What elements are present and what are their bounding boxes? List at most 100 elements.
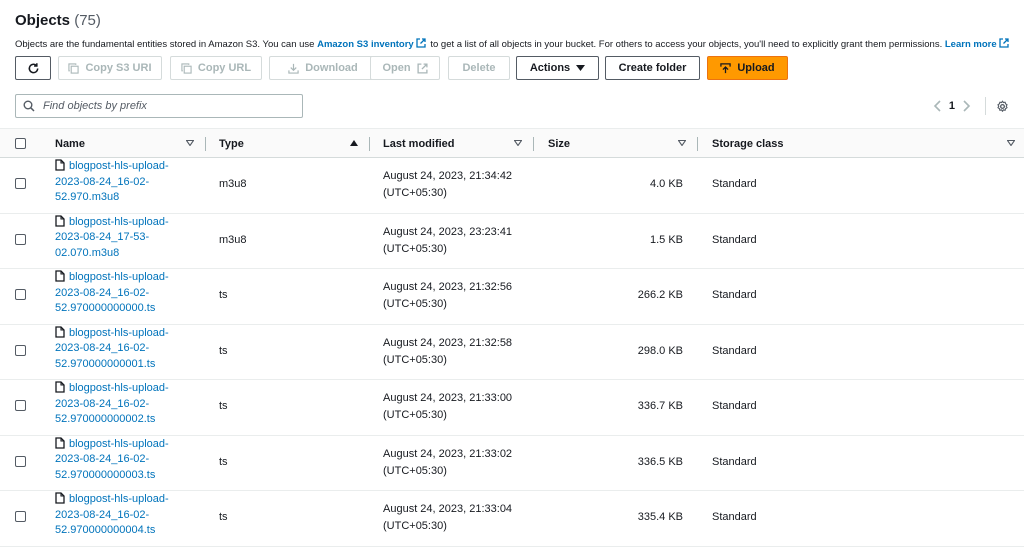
- copy-url-button[interactable]: Copy URL: [170, 56, 262, 80]
- object-count: (75): [74, 12, 101, 29]
- object-type: ts: [219, 344, 228, 357]
- column-header-type[interactable]: Type: [219, 129, 244, 159]
- column-header-last-modified[interactable]: Last modified: [383, 129, 455, 159]
- actions-dropdown[interactable]: Actions: [516, 56, 599, 80]
- sort-caret-icon[interactable]: [514, 140, 522, 146]
- object-last-modified: August 24, 2023, 21:34:42 (UTC+05:30): [383, 170, 513, 199]
- find-objects-search: [15, 94, 303, 118]
- object-type: m3u8: [219, 178, 247, 190]
- object-last-modified: August 24, 2023, 23:23:41 (UTC+05:30): [383, 225, 513, 255]
- sort-caret-icon[interactable]: [678, 140, 686, 146]
- object-storage-class: Standard: [712, 511, 757, 523]
- upload-icon: [720, 62, 732, 73]
- pagination: 1: [933, 96, 1009, 116]
- column-divider[interactable]: [205, 137, 206, 151]
- table-row: blogpost-hls-upload- 2023-08-24_16-02- 52.…: [0, 491, 1024, 547]
- object-name-link[interactable]: blogpost-hls-upload- 2023-08-24_16-02- 52.…: [55, 436, 195, 484]
- column-divider[interactable]: [697, 137, 698, 151]
- search-icon: [23, 100, 35, 112]
- object-size: 336.5 KB: [637, 455, 683, 468]
- learn-more-link[interactable]: Learn more: [945, 39, 997, 50]
- objects-description: Objects are the fundamental entities sto…: [15, 38, 1011, 50]
- caret-down-icon: [576, 65, 586, 71]
- row-checkbox[interactable]: [15, 178, 26, 189]
- table-row: blogpost-hls-upload- 2023-08-24_16-02- 52.…: [0, 436, 1024, 491]
- object-last-modified: August 24, 2023, 21:33:02 (UTC+05:30): [383, 447, 513, 477]
- table-row: blogpost-hls-upload- 2023-08-24_16-02- 52.…: [0, 158, 1024, 214]
- search-input[interactable]: [41, 99, 291, 113]
- object-storage-class: Standard: [712, 344, 757, 357]
- current-page[interactable]: 1: [949, 100, 955, 112]
- s3-inventory-link[interactable]: Amazon S3 inventory: [317, 39, 414, 50]
- objects-header: Objects (75): [15, 12, 1009, 30]
- object-name-link[interactable]: blogpost-hls-upload- 2023-08-24_16-02- 52.…: [55, 159, 195, 206]
- object-type: ts: [219, 400, 228, 412]
- table-row: blogpost-hls-upload- 2023-08-24_17-53- 02.…: [0, 214, 1024, 269]
- file-icon: [55, 270, 65, 282]
- object-name-link[interactable]: blogpost-hls-upload- 2023-08-24_16-02- 52.…: [55, 325, 195, 373]
- refresh-icon: [28, 62, 38, 73]
- sort-caret-icon[interactable]: [1007, 140, 1015, 146]
- delete-button[interactable]: Delete: [448, 56, 510, 80]
- upload-button[interactable]: Upload: [707, 56, 788, 80]
- object-last-modified: August 24, 2023, 21:32:58 (UTC+05:30): [383, 336, 513, 366]
- object-storage-class: Standard: [712, 233, 757, 246]
- file-icon: [55, 159, 65, 171]
- chevron-right-icon[interactable]: [963, 100, 971, 112]
- object-type: ts: [219, 455, 228, 468]
- download-button[interactable]: Download: [269, 56, 377, 80]
- chevron-left-icon[interactable]: [933, 100, 941, 112]
- column-divider[interactable]: [533, 137, 534, 151]
- file-icon: [55, 381, 65, 393]
- copy-s3-uri-button[interactable]: Copy S3 URI: [58, 56, 162, 80]
- object-name-link[interactable]: blogpost-hls-upload- 2023-08-24_17-53- 02.…: [55, 214, 195, 262]
- object-size: 298.0 KB: [637, 344, 683, 357]
- object-name-link[interactable]: blogpost-hls-upload- 2023-08-24_16-02- 52.…: [55, 492, 195, 539]
- column-divider[interactable]: [369, 137, 370, 151]
- object-size: 1.5 KB: [649, 233, 683, 246]
- column-header-size[interactable]: Size: [548, 129, 570, 159]
- sort-ascending-icon[interactable]: [350, 140, 358, 146]
- row-checkbox[interactable]: [15, 289, 26, 300]
- external-link-icon: [416, 38, 426, 48]
- object-name-link[interactable]: blogpost-hls-upload- 2023-08-24_16-02- 52.…: [55, 381, 195, 428]
- row-checkbox[interactable]: [15, 400, 26, 411]
- select-all-checkbox[interactable]: [15, 138, 26, 149]
- file-icon: [55, 492, 65, 504]
- object-size: 335.4 KB: [637, 511, 683, 523]
- object-storage-class: Standard: [712, 400, 757, 412]
- table-row: blogpost-hls-upload- 2023-08-24_16-02- 52.…: [0, 325, 1024, 380]
- pager-divider: [985, 97, 986, 115]
- open-button[interactable]: Open: [370, 56, 440, 80]
- object-name-link[interactable]: blogpost-hls-upload- 2023-08-24_16-02- 52.…: [55, 270, 195, 317]
- table-row: blogpost-hls-upload- 2023-08-24_16-02- 52.…: [0, 269, 1024, 325]
- download-icon: [288, 63, 299, 74]
- object-last-modified: August 24, 2023, 21:33:00 (UTC+05:30): [383, 392, 513, 421]
- object-storage-class: Standard: [712, 289, 757, 301]
- external-link-icon: [998, 38, 1009, 48]
- row-checkbox[interactable]: [15, 344, 26, 356]
- object-type: ts: [219, 511, 228, 523]
- object-size: 266.2 KB: [637, 289, 683, 301]
- sort-caret-icon[interactable]: [186, 140, 194, 146]
- row-checkbox[interactable]: [15, 455, 26, 467]
- object-type: m3u8: [219, 233, 247, 246]
- copy-icon: [68, 62, 80, 74]
- row-checkbox[interactable]: [15, 233, 26, 245]
- object-size: 4.0 KB: [649, 178, 683, 190]
- column-header-name[interactable]: Name: [55, 129, 85, 159]
- object-size: 336.7 KB: [637, 400, 683, 412]
- column-header-storage-class[interactable]: Storage class: [712, 129, 784, 159]
- table-row: blogpost-hls-upload- 2023-08-24_16-02- 52.…: [0, 380, 1024, 436]
- table-header: Name Type Last modified Size Storage cla…: [0, 128, 1024, 158]
- create-folder-button[interactable]: Create folder: [605, 56, 700, 80]
- file-icon: [55, 214, 65, 227]
- copy-icon: [181, 62, 192, 74]
- external-link-icon: [417, 62, 428, 74]
- file-icon: [55, 325, 65, 338]
- refresh-button[interactable]: [15, 56, 51, 80]
- gear-icon[interactable]: [996, 100, 1009, 113]
- objects-table: Name Type Last modified Size Storage cla…: [0, 128, 1024, 547]
- row-checkbox[interactable]: [15, 511, 26, 522]
- object-type: ts: [219, 289, 228, 301]
